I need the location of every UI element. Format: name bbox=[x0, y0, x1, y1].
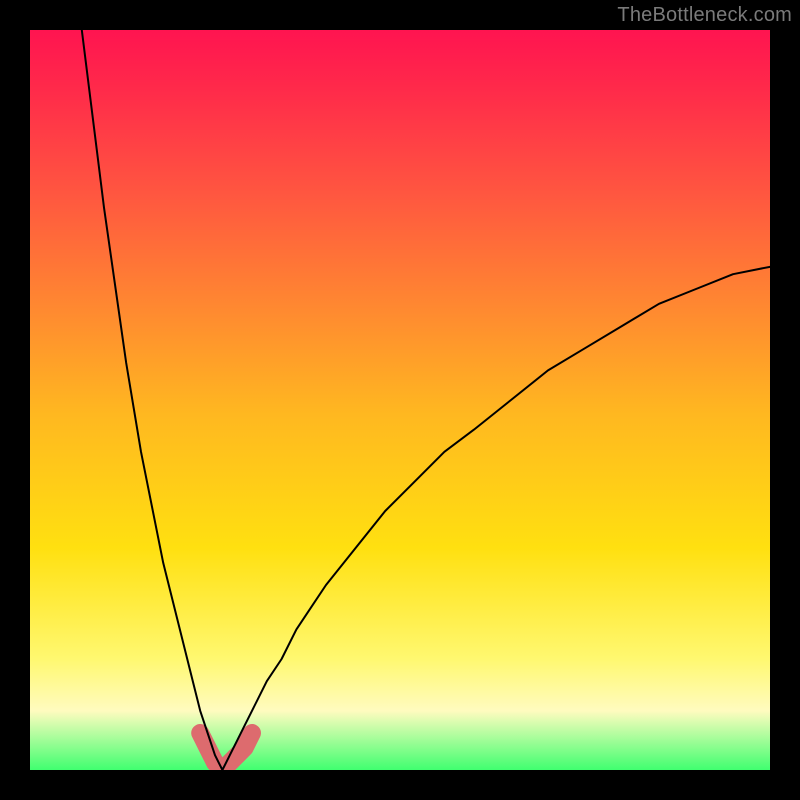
bottleneck-chart bbox=[30, 30, 770, 770]
watermark-text: TheBottleneck.com bbox=[617, 4, 792, 27]
bottleneck-curve-line bbox=[82, 30, 770, 770]
